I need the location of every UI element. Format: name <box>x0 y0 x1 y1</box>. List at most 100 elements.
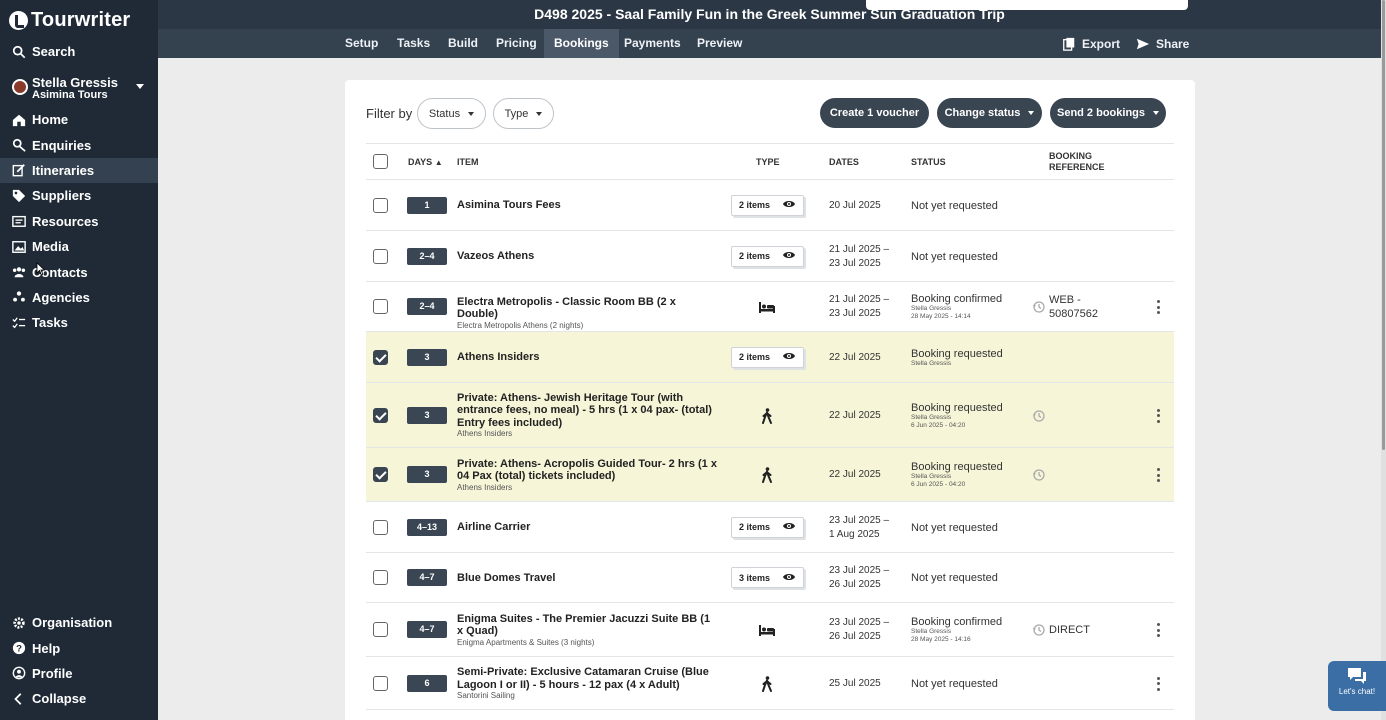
column-days-label: DAYS <box>408 157 433 167</box>
row-checkbox[interactable] <box>373 349 388 365</box>
eye-icon <box>783 573 795 580</box>
history-icon[interactable] <box>1032 300 1046 314</box>
item-cell[interactable]: Private: Athens- Jewish Heritage Tour (w… <box>457 392 717 440</box>
item-cell[interactable]: Electra Metropolis - Classic Room BB (2 … <box>457 296 717 331</box>
items-toggle-button[interactable]: 3 items <box>731 567 804 588</box>
sidebar-item-collapse[interactable]: Collapse <box>0 686 158 711</box>
days-badge: 4–7 <box>407 621 447 638</box>
table-row[interactable]: 4–7 Enigma Suites - The Premier Jacuzzi S… <box>366 603 1174 657</box>
item-supplier: Santorini Sailing <box>457 691 515 700</box>
item-name[interactable]: Electra Metropolis - Classic Room BB (2 … <box>457 296 717 321</box>
item-name[interactable]: Enigma Suites - The Premier Jacuzzi Suit… <box>457 613 717 638</box>
type-filter[interactable]: Type <box>493 98 554 129</box>
tab-build[interactable]: Build <box>438 29 488 58</box>
row-checkbox[interactable] <box>373 519 388 535</box>
tab-payments[interactable]: Payments <box>614 29 691 58</box>
row-checkbox[interactable] <box>373 299 388 314</box>
table-row[interactable]: 6 Semi-Private: Exclusive Catamaran Cruis… <box>366 657 1174 710</box>
chat-widget[interactable]: Let's chat! <box>1328 661 1386 711</box>
change-status-button[interactable]: Change status <box>937 98 1042 128</box>
sidebar-item-suppliers[interactable]: Suppliers <box>0 183 158 208</box>
more-options-icon[interactable] <box>1155 468 1161 482</box>
item-cell[interactable]: Semi-Private: Exclusive Catamaran Cruise… <box>457 666 717 701</box>
item-cell[interactable]: Private: Athens- Acropolis Guided Tour- … <box>457 458 717 493</box>
tourwriter-logo[interactable]: Tourwriter <box>9 9 130 32</box>
sidebar-item-home[interactable]: Home <box>0 107 158 132</box>
more-options-icon[interactable] <box>1155 676 1161 691</box>
sidebar-item-help[interactable]: ? Help <box>0 635 158 660</box>
eye-icon <box>783 523 795 529</box>
search-button[interactable]: Search <box>12 44 75 59</box>
tab-setup[interactable]: Setup <box>335 29 388 58</box>
status-filter[interactable]: Status <box>417 98 486 129</box>
select-all-checkbox[interactable] <box>373 154 388 169</box>
items-toggle-button[interactable]: 2 items <box>731 516 804 538</box>
history-icon[interactable] <box>1032 468 1046 482</box>
row-checkbox[interactable] <box>373 622 388 637</box>
column-days[interactable]: DAYS ▲ <box>408 157 443 167</box>
item-cell[interactable]: Enigma Suites - The Premier Jacuzzi Suit… <box>457 613 717 648</box>
row-checkbox[interactable] <box>373 467 388 482</box>
history-icon[interactable] <box>1032 623 1046 637</box>
send-bookings-button[interactable]: Send 2 bookings <box>1050 98 1166 128</box>
item-cell[interactable]: Asimina Tours Fees <box>457 199 717 212</box>
tab-bookings[interactable]: Bookings <box>544 29 619 58</box>
sidebar-item-agencies[interactable]: Agencies <box>0 285 158 310</box>
table-row[interactable]: 4–7 Blue Domes Travel 3 items 23 Jul 2025 –… <box>366 553 1174 603</box>
row-checkbox[interactable] <box>373 570 388 585</box>
items-toggle-button[interactable]: 2 items <box>731 245 804 267</box>
row-checkbox[interactable] <box>373 407 388 423</box>
tab-tasks[interactable]: Tasks <box>387 29 440 58</box>
item-cell[interactable]: Vazeos Athens <box>457 250 717 263</box>
item-supplier: Electra Metropolis Athens (2 nights) <box>457 320 584 330</box>
home-icon <box>12 113 26 127</box>
sidebar-item-enquiries[interactable]: Enquiries <box>0 132 158 157</box>
more-options-icon[interactable] <box>1155 623 1161 637</box>
sidebar-item-tasks[interactable]: Tasks <box>0 310 158 335</box>
dates-cell: 23 Jul 2025 – 26 Jul 2025 <box>829 564 889 592</box>
bed-icon <box>758 622 776 638</box>
more-options-icon[interactable] <box>1155 300 1161 314</box>
item-name[interactable]: Vazeos Athens <box>457 250 717 263</box>
table-row[interactable]: 3 Private: Athens- Acropolis Guided Tour-… <box>366 448 1174 502</box>
items-toggle-button[interactable]: 2 items <box>731 194 804 216</box>
sidebar-item-itineraries[interactable]: Itineraries <box>0 157 158 184</box>
table-row[interactable]: 3 Private: Athens- Jewish Heritage Tour (… <box>366 383 1174 448</box>
tab-preview[interactable]: Preview <box>687 29 752 58</box>
item-name[interactable]: Airline Carrier <box>457 521 717 534</box>
sidebar-item-media[interactable]: Media <box>0 234 158 259</box>
table-row[interactable]: 3 Athens Insiders 2 items 22 Jul 2025 Bookin… <box>366 332 1174 383</box>
history-icon[interactable] <box>1032 409 1046 423</box>
export-button[interactable]: Export <box>1062 29 1120 58</box>
item-cell[interactable]: Athens Insiders <box>457 351 717 364</box>
scrollbar-thumb[interactable] <box>1382 0 1385 450</box>
send-bookings-label: Send 2 bookings <box>1056 107 1145 119</box>
item-name[interactable]: Blue Domes Travel <box>457 572 717 585</box>
user-switcher[interactable]: Stella Gressis Asimina Tours <box>12 75 150 103</box>
item-name[interactable]: Private: Athens- Jewish Heritage Tour (w… <box>457 392 717 430</box>
items-toggle-button[interactable]: 2 items <box>731 346 804 368</box>
date-start: 23 Jul 2025 – <box>829 617 890 628</box>
sidebar-item-resources[interactable]: Resources <box>0 209 158 234</box>
item-cell[interactable]: Blue Domes Travel <box>457 572 717 585</box>
sidebar-item-contacts[interactable]: Contacts <box>0 259 158 284</box>
item-name[interactable]: Athens Insiders <box>457 351 717 364</box>
tab-pricing[interactable]: Pricing <box>486 29 547 58</box>
item-name[interactable]: Private: Athens- Acropolis Guided Tour- … <box>457 458 717 483</box>
item-name[interactable]: Semi-Private: Exclusive Catamaran Cruise… <box>457 666 717 691</box>
item-name[interactable]: Asimina Tours Fees <box>457 199 717 212</box>
row-checkbox[interactable] <box>373 675 388 691</box>
more-options-icon[interactable] <box>1155 408 1161 423</box>
share-button[interactable]: Share <box>1136 29 1189 58</box>
table-row[interactable]: 2–4 Vazeos Athens 2 items 21 Jul 2025 – 23 J… <box>366 231 1174 282</box>
sidebar-item-profile[interactable]: Profile <box>0 661 158 686</box>
table-row[interactable]: 2–4 Electra Metropolis - Classic Room BB … <box>366 282 1174 332</box>
status-timestamp: 6 Jun 2025 - 04:20 <box>911 421 966 429</box>
create-voucher-button[interactable]: Create 1 voucher <box>820 98 929 128</box>
row-checkbox[interactable] <box>373 248 388 264</box>
sidebar-item-organisation[interactable]: Organisation <box>0 610 158 635</box>
item-cell[interactable]: Airline Carrier <box>457 521 717 534</box>
table-row[interactable]: 1 Asimina Tours Fees 2 items 20 Jul 2025 Not… <box>366 180 1174 231</box>
table-row[interactable]: 4–13 Airline Carrier 2 items 23 Jul 2025 – 1… <box>366 502 1174 553</box>
row-checkbox[interactable] <box>373 197 388 213</box>
